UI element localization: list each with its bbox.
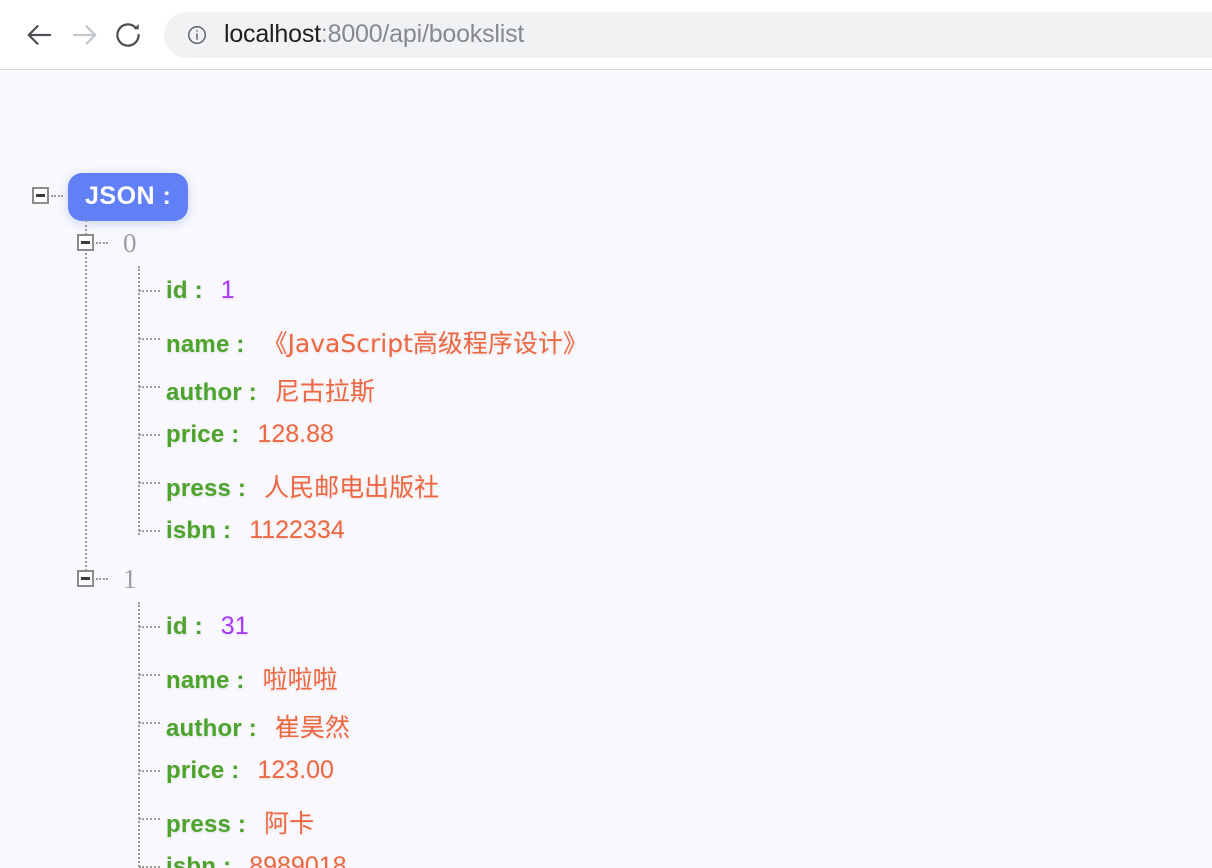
browser-toolbar: localhost:8000/api/bookslist xyxy=(0,0,1212,70)
field-key: press : xyxy=(166,811,247,838)
branch-stub xyxy=(139,674,160,676)
root-guide-line xyxy=(85,220,87,587)
item-1-index: 1 xyxy=(123,564,137,594)
branch-stub xyxy=(139,626,160,628)
field-key: author : xyxy=(166,715,257,742)
field-row: id : 31 xyxy=(166,612,249,641)
info-circle-icon[interactable] xyxy=(186,24,208,46)
back-button[interactable] xyxy=(18,13,62,57)
branch-stub xyxy=(139,338,160,340)
field-value: 8989018 xyxy=(249,852,347,868)
branch-stub xyxy=(139,530,160,532)
item-1-toggle[interactable] xyxy=(77,570,94,587)
item-1-guide-line xyxy=(138,602,140,868)
field-row: name : 啦啦啦 xyxy=(166,660,338,696)
field-row: name : 《JavaScript高级程序设计》 xyxy=(166,324,588,360)
address-bar[interactable]: localhost:8000/api/bookslist xyxy=(164,11,1212,58)
branch-stub xyxy=(139,290,160,292)
item-0-toggle[interactable] xyxy=(77,234,94,251)
field-row: press : 阿卡 xyxy=(166,804,314,840)
field-row: author : 尼古拉斯 xyxy=(166,372,375,408)
field-value: 《JavaScript高级程序设计》 xyxy=(262,329,588,358)
field-value: 啦啦啦 xyxy=(262,665,338,694)
field-row: isbn : 1122334 xyxy=(166,516,345,545)
reload-button[interactable] xyxy=(106,13,150,57)
arrow-right-icon xyxy=(69,20,99,50)
reload-icon xyxy=(113,20,143,50)
field-row: price : 128.88 xyxy=(166,420,334,449)
root-toggle-connector xyxy=(51,195,63,197)
field-key: name : xyxy=(166,667,245,694)
field-key: id : xyxy=(166,613,203,640)
field-key: name : xyxy=(166,331,245,358)
branch-stub xyxy=(139,818,160,820)
arrow-left-icon xyxy=(25,20,55,50)
field-value: 崔昊然 xyxy=(274,713,350,742)
field-key: id : xyxy=(166,277,203,304)
url-text: localhost:8000/api/bookslist xyxy=(224,20,524,49)
field-row: price : 123.00 xyxy=(166,756,334,785)
root-toggle[interactable] xyxy=(32,187,49,204)
field-key: isbn : xyxy=(166,853,232,868)
forward-button[interactable] xyxy=(62,13,106,57)
field-row: press : 人民邮电出版社 xyxy=(166,468,439,504)
field-value: 1 xyxy=(220,276,235,304)
item-0-index: 0 xyxy=(123,228,137,258)
item-0-guide-line xyxy=(138,266,140,535)
field-key: isbn : xyxy=(166,517,232,544)
field-value: 31 xyxy=(220,612,249,640)
item-0-toggle-connector xyxy=(96,242,108,244)
field-row: isbn : 8989018 xyxy=(166,852,347,868)
field-value: 人民邮电出版社 xyxy=(264,473,440,502)
url-host: localhost xyxy=(224,20,321,48)
field-key: price : xyxy=(166,757,240,784)
field-key: press : xyxy=(166,475,247,502)
branch-stub xyxy=(139,722,160,724)
field-row: id : 1 xyxy=(166,276,235,305)
json-viewer: JSON : 0 id : 1 name : 《JavaScript高级程序设计… xyxy=(0,70,1212,868)
field-value: 阿卡 xyxy=(264,809,315,838)
branch-stub xyxy=(139,770,160,772)
field-key: author : xyxy=(166,379,257,406)
branch-stub xyxy=(139,434,160,436)
field-row: author : 崔昊然 xyxy=(166,708,350,744)
field-value: 尼古拉斯 xyxy=(274,377,375,406)
field-key: price : xyxy=(166,421,240,448)
url-path: :8000/api/bookslist xyxy=(320,20,525,48)
field-value: 128.88 xyxy=(257,420,334,448)
item-1-toggle-connector xyxy=(96,578,108,580)
branch-stub xyxy=(139,386,160,388)
field-value: 123.00 xyxy=(257,756,334,784)
field-value: 1122334 xyxy=(249,516,345,544)
json-root-badge[interactable]: JSON : xyxy=(68,173,189,221)
branch-stub xyxy=(139,482,160,484)
